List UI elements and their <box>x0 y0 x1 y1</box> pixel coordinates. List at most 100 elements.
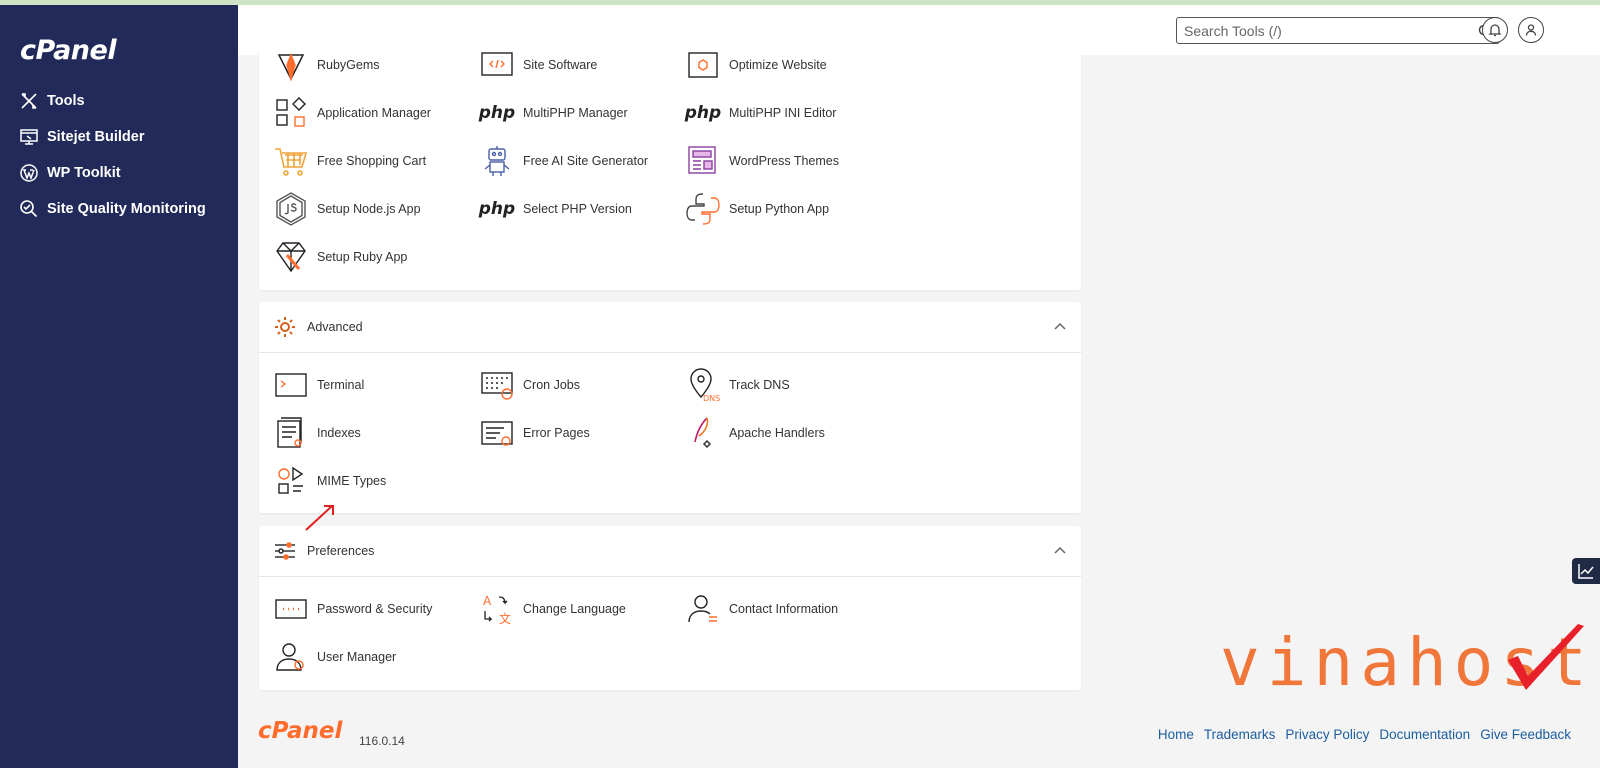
preferences-card: Preferences Password & Security A文 Chang… <box>259 526 1081 690</box>
tool-label: Cron Jobs <box>523 378 580 392</box>
tool-label: Site Software <box>523 58 598 72</box>
section-title: Preferences <box>307 544 375 558</box>
sidebar-item-label: WP Toolkit <box>47 165 121 181</box>
tool-label: Setup Ruby App <box>317 250 408 264</box>
footer-link-privacy[interactable]: Privacy Policy <box>1285 727 1369 742</box>
robot-icon <box>484 146 510 176</box>
tool-multiphp-ini-editor[interactable]: php MultiPHP INI Editor <box>683 93 837 133</box>
sidebar-item-tools[interactable]: Tools <box>0 83 238 119</box>
language-icon: A文 <box>483 594 511 626</box>
svg-text:DNS: DNS <box>703 394 720 403</box>
php-icon: php <box>684 103 722 123</box>
sidebar: cPanel Tools Sitejet Builder WP Toolkit … <box>0 5 238 768</box>
user-menu-button[interactable] <box>1518 17 1544 43</box>
tool-cron-jobs[interactable]: Cron Jobs <box>477 365 580 405</box>
tool-label: MultiPHP Manager <box>523 106 628 120</box>
tool-apache-handlers[interactable]: Apache Handlers <box>683 413 825 453</box>
version-label: 116.0.14 <box>359 734 405 748</box>
sidebar-item-label: Sitejet Builder <box>47 129 145 145</box>
tool-label: MIME Types <box>317 474 387 488</box>
footer-link-documentation[interactable]: Documentation <box>1379 727 1470 742</box>
tool-contact-information[interactable]: Contact Information <box>683 589 838 629</box>
shopping-cart-icon <box>275 148 308 176</box>
indexes-icon <box>277 417 302 448</box>
cpanel-logo[interactable]: cPanel <box>20 35 117 66</box>
sidebar-item-sitejet[interactable]: Sitejet Builder <box>0 119 238 155</box>
tool-label: Free Shopping Cart <box>317 154 427 168</box>
footer-link-feedback[interactable]: Give Feedback <box>1480 727 1571 742</box>
terminal-icon <box>275 373 307 397</box>
footer-link-trademarks[interactable]: Trademarks <box>1204 727 1276 742</box>
tool-select-php-version[interactable]: php Select PHP Version <box>477 189 632 229</box>
footer-link-home[interactable]: Home <box>1158 727 1194 742</box>
error-pages-icon <box>481 421 513 446</box>
footer-cpanel-logo[interactable]: cPanel <box>258 718 342 744</box>
sliders-icon <box>275 542 295 560</box>
tool-label: User Manager <box>317 650 397 664</box>
wordpress-themes-icon <box>688 146 716 174</box>
annotation-arrow <box>305 505 334 531</box>
section-title: Advanced <box>307 320 363 334</box>
tools-icon <box>21 93 37 109</box>
tool-label: MultiPHP INI Editor <box>729 106 837 120</box>
python-icon <box>686 193 720 225</box>
tool-track-dns[interactable]: DNS Track DNS <box>683 365 790 405</box>
svg-text:文: 文 <box>499 611 511 626</box>
tool-rubygems[interactable]: RubyGems <box>271 45 380 85</box>
application-manager-icon <box>276 97 306 127</box>
user-manager-icon <box>276 643 304 671</box>
sitejet-icon <box>20 129 38 145</box>
tool-multiphp-manager[interactable]: php MultiPHP Manager <box>477 93 628 133</box>
tool-password-security[interactable]: Password & Security <box>271 589 432 629</box>
search-box <box>1176 17 1500 44</box>
tool-setup-nodejs[interactable]: Setup Node.js App <box>271 189 421 229</box>
tool-optimize-website[interactable]: Optimize Website <box>683 45 827 85</box>
tool-label: Change Language <box>523 602 626 616</box>
sidebar-item-label: Site Quality Monitoring <box>47 201 206 217</box>
advanced-card: Advanced Terminal Cron Jobs DNS Track DN… <box>259 302 1081 513</box>
sidebar-item-site-quality[interactable]: Site Quality Monitoring <box>0 191 238 227</box>
contact-icon <box>688 595 717 623</box>
tool-label: Free AI Site Generator <box>523 154 649 168</box>
tool-application-manager[interactable]: Application Manager <box>271 93 431 133</box>
tool-site-software[interactable]: Site Software <box>477 45 597 85</box>
search-input[interactable] <box>1177 18 1477 43</box>
tool-label: Setup Node.js App <box>317 202 421 216</box>
track-dns-icon: DNS <box>690 368 720 403</box>
tool-label: Contact Information <box>729 602 839 616</box>
bell-icon <box>1488 24 1502 37</box>
tool-mime-types[interactable]: MIME Types <box>271 461 386 501</box>
cron-jobs-icon <box>481 372 513 400</box>
ruby-icon <box>276 242 306 273</box>
trend-chart-icon <box>1578 564 1594 579</box>
php-icon: php <box>478 103 516 123</box>
tool-label: Select PHP Version <box>523 202 632 216</box>
svg-text:A: A <box>483 594 492 608</box>
stats-widget-button[interactable] <box>1572 558 1600 584</box>
user-icon <box>1525 24 1537 36</box>
notifications-button[interactable] <box>1482 17 1508 43</box>
tool-free-shopping-cart[interactable]: Free Shopping Cart <box>271 141 426 181</box>
tool-label: Error Pages <box>523 426 590 440</box>
tool-error-pages[interactable]: Error Pages <box>477 413 590 453</box>
tool-change-language[interactable]: A文 Change Language <box>477 589 626 629</box>
chevron-up-icon[interactable] <box>1053 544 1067 558</box>
tool-label: Optimize Website <box>729 58 827 72</box>
preferences-header[interactable]: Preferences <box>259 526 1081 577</box>
tool-setup-python[interactable]: Setup Python App <box>683 189 829 229</box>
sidebar-item-wp-toolkit[interactable]: WP Toolkit <box>0 155 238 191</box>
advanced-header[interactable]: Advanced <box>259 302 1081 353</box>
sidebar-item-label: Tools <box>47 93 85 109</box>
tool-indexes[interactable]: Indexes <box>271 413 361 453</box>
chevron-up-icon[interactable] <box>1053 320 1067 334</box>
site-quality-icon <box>20 200 38 218</box>
tool-label: Track DNS <box>729 378 790 392</box>
tool-label: Indexes <box>317 426 361 440</box>
tool-terminal[interactable]: Terminal <box>271 365 364 405</box>
wordpress-icon <box>20 164 38 182</box>
tool-user-manager[interactable]: User Manager <box>271 637 396 677</box>
tool-setup-ruby[interactable]: Setup Ruby App <box>271 237 407 277</box>
software-card: RubyGems Site Software Optimize Website … <box>259 45 1081 290</box>
tool-wordpress-themes[interactable]: WordPress Themes <box>683 141 839 181</box>
tool-free-ai-site-generator[interactable]: Free AI Site Generator <box>477 141 648 181</box>
